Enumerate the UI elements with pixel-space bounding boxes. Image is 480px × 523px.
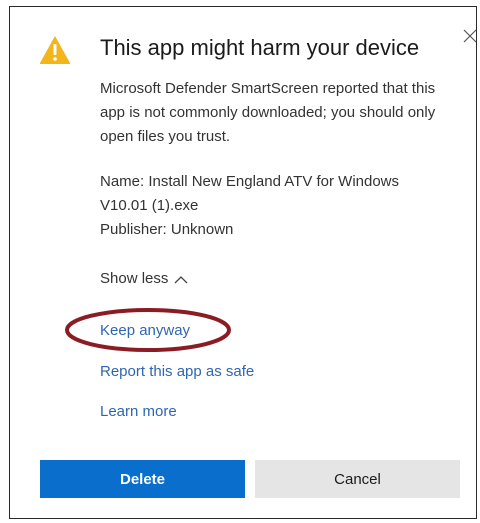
delete-button[interactable]: Delete (40, 460, 245, 498)
file-details: Name: Install New England ATV for Window… (100, 170, 450, 242)
show-less-toggle[interactable]: Show less (100, 270, 188, 287)
chevron-up-icon (174, 275, 188, 283)
cancel-button[interactable]: Cancel (255, 460, 460, 498)
show-less-label: Show less (100, 270, 169, 287)
dialog-title: This app might harm your device (100, 35, 420, 60)
keep-anyway-link[interactable]: Keep anyway (100, 322, 190, 339)
file-name-line-1: Name: Install New England ATV for Window… (100, 173, 400, 190)
report-safe-link[interactable]: Report this app as safe (100, 363, 254, 380)
file-name-line-2: V10.01 (1).exe (100, 197, 199, 214)
publisher-line: Publisher: Unknown (100, 221, 234, 238)
learn-more-link[interactable]: Learn more (100, 403, 177, 420)
close-icon[interactable] (463, 29, 477, 43)
warning-icon (39, 36, 71, 64)
dialog-description: Microsoft Defender SmartScreen reported … (100, 80, 436, 145)
